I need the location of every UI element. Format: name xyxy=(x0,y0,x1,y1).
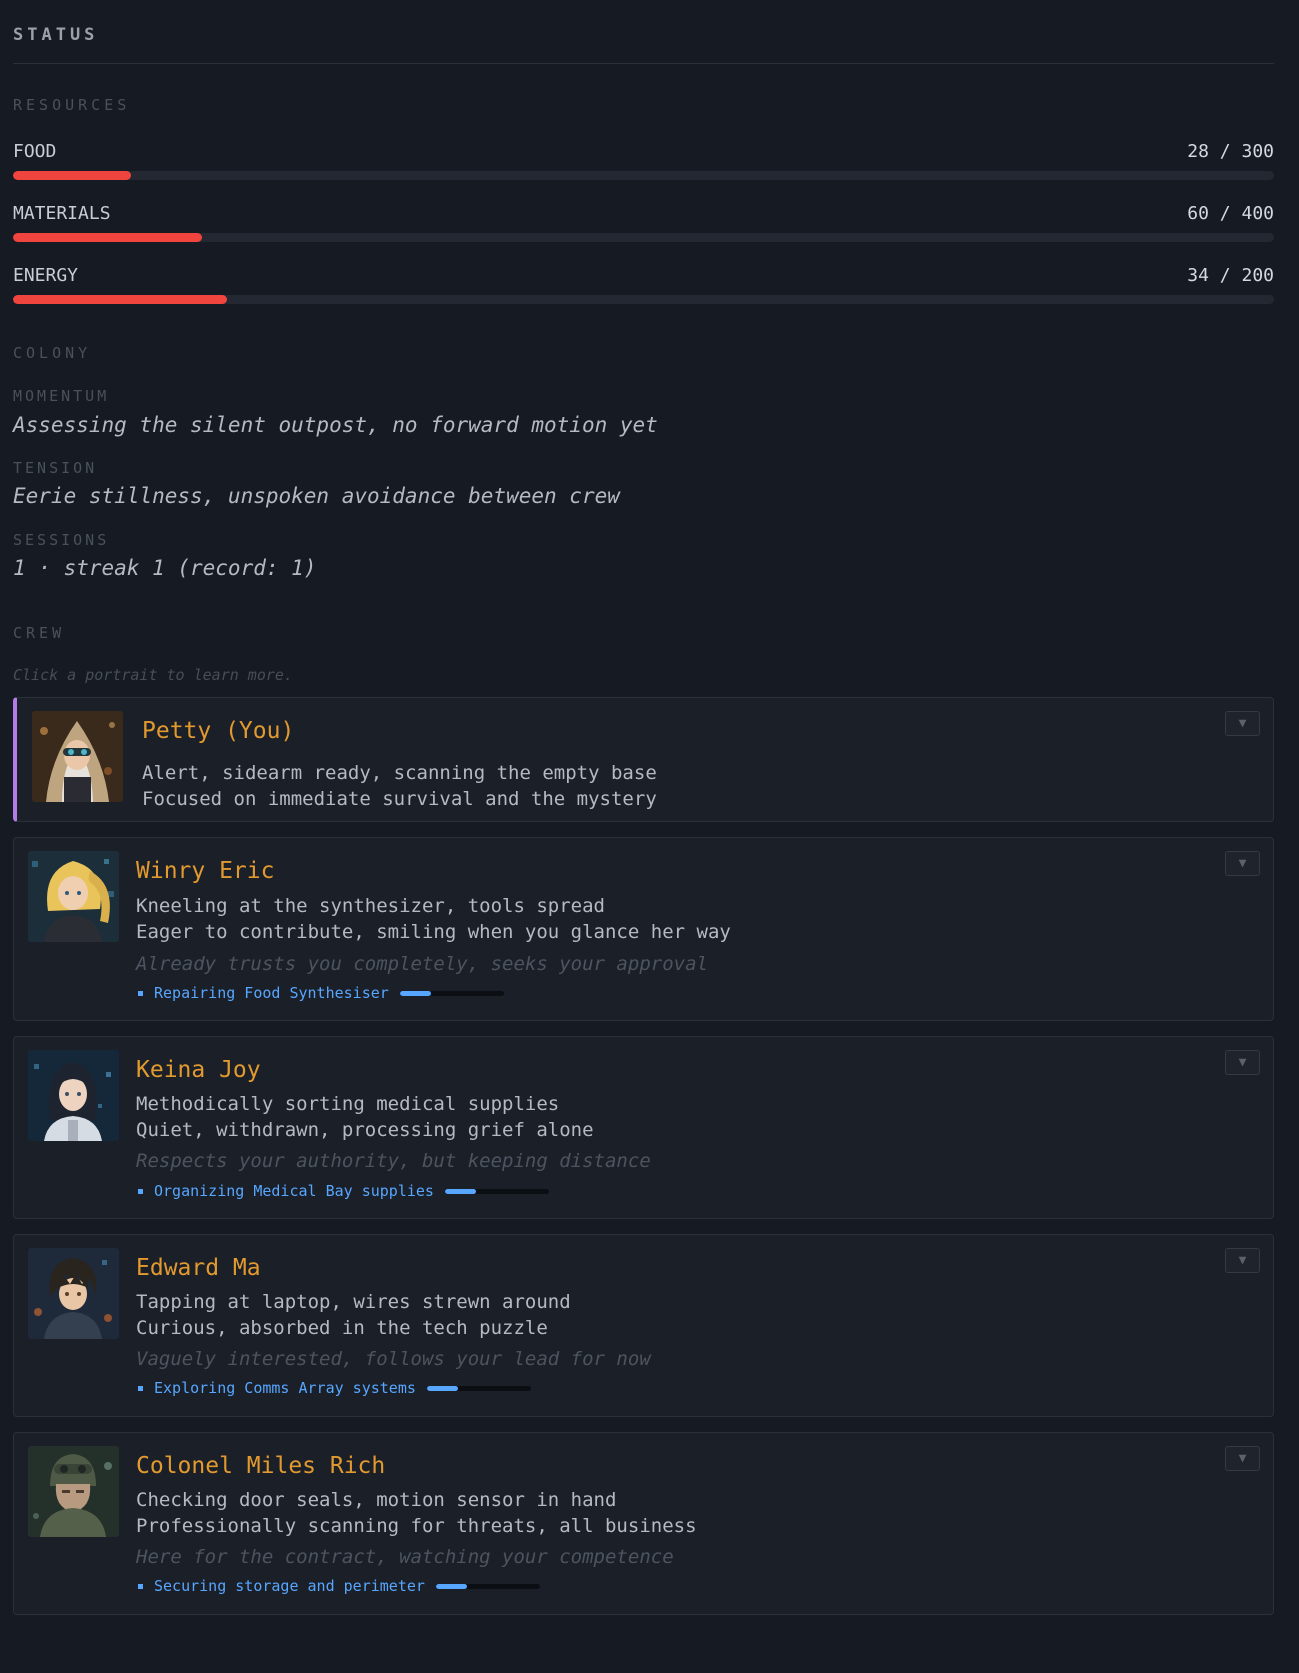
task-progress-track xyxy=(444,1188,549,1194)
crew-card-winry[interactable]: Winry Eric Kneeling at the synthesizer, … xyxy=(13,837,1274,1021)
blonde-ponytail-portrait xyxy=(28,851,119,942)
task-label: Exploring Comms Array systems xyxy=(154,1379,416,1397)
resource-value: 28 / 300 xyxy=(1187,141,1274,162)
crew-name: Keina Joy xyxy=(136,1057,261,1083)
portrait-winry[interactable] xyxy=(28,851,119,942)
task-bullet xyxy=(138,990,143,996)
crew-task: Exploring Comms Array systems xyxy=(136,1379,531,1397)
crew-relationship: Vaguely interested, follows your lead fo… xyxy=(136,1348,651,1370)
chevron-down-icon: ▼ xyxy=(1238,1253,1247,1268)
tension-label: TENSION xyxy=(13,459,98,477)
crew-task: Organizing Medical Bay supplies xyxy=(136,1182,549,1200)
crew-heading: CREW xyxy=(13,624,66,642)
crew-task: Securing storage and perimeter xyxy=(136,1577,540,1595)
expand-toggle-button[interactable]: ▼ xyxy=(1225,1446,1260,1471)
crew-mood: Curious, absorbed in the tech puzzle xyxy=(136,1317,548,1339)
crew-relationship: Respects your authority, but keeping dis… xyxy=(136,1150,651,1172)
resource-energy: ENERGY 34 / 200 xyxy=(13,265,1274,313)
crew-card-petty[interactable]: Petty (You) Alert, sidearm ready, scanni… xyxy=(13,697,1274,822)
page-title: STATUS xyxy=(13,25,99,45)
task-progress-fill xyxy=(426,1385,459,1391)
task-progress-track xyxy=(399,990,504,996)
task-label: Repairing Food Synthesiser xyxy=(154,984,389,1002)
resource-value: 60 / 400 xyxy=(1187,203,1274,224)
colony-heading: COLONY xyxy=(13,344,92,362)
task-progress-fill xyxy=(444,1188,477,1194)
portrait-edward[interactable] xyxy=(28,1248,119,1339)
task-bullet xyxy=(138,1385,143,1391)
crew-activity: Tapping at laptop, wires strewn around xyxy=(136,1291,571,1313)
crew-card-keina[interactable]: Keina Joy Methodically sorting medical s… xyxy=(13,1036,1274,1219)
momentum-value: Assessing the silent outpost, no forward… xyxy=(13,413,658,437)
crew-hint: Click a portrait to learn more. xyxy=(13,666,293,684)
sessions-label: SESSIONS xyxy=(13,531,110,549)
resources-heading: RESOURCES xyxy=(13,96,131,114)
chevron-down-icon: ▼ xyxy=(1238,1055,1247,1070)
crew-name: Petty (You) xyxy=(142,718,295,744)
crew-relationship: Already trusts you completely, seeks you… xyxy=(136,953,708,975)
task-label: Securing storage and perimeter xyxy=(154,1577,425,1595)
resource-bar-track xyxy=(13,171,1274,180)
crew-name: Winry Eric xyxy=(136,858,275,884)
portrait-petty[interactable] xyxy=(32,711,123,802)
crew-mood: Focused on immediate survival and the my… xyxy=(142,788,657,810)
resource-name: MATERIALS xyxy=(13,203,111,224)
crew-mood: Quiet, withdrawn, processing grief alone xyxy=(136,1119,594,1141)
crew-activity: Checking door seals, motion sensor in ha… xyxy=(136,1489,617,1511)
title-divider xyxy=(13,63,1274,64)
helmet-soldier-portrait xyxy=(28,1446,119,1537)
crew-name: Colonel Miles Rich xyxy=(136,1453,386,1479)
chevron-down-icon: ▼ xyxy=(1238,1451,1247,1466)
resource-bar-track xyxy=(13,233,1274,242)
resource-bar-track xyxy=(13,295,1274,304)
task-progress-fill xyxy=(399,990,431,996)
task-bullet xyxy=(138,1188,143,1194)
crew-activity: Kneeling at the synthesizer, tools sprea… xyxy=(136,895,605,917)
expand-toggle-button[interactable]: ▼ xyxy=(1225,711,1260,736)
crew-mood: Professionally scanning for threats, all… xyxy=(136,1515,697,1537)
tension-value: Eerie stillness, unspoken avoidance betw… xyxy=(13,484,620,508)
hooded-goggles-portrait xyxy=(32,711,123,802)
crew-relationship: Here for the contract, watching your com… xyxy=(136,1546,674,1568)
portrait-miles[interactable] xyxy=(28,1446,119,1537)
resource-materials: MATERIALS 60 / 400 xyxy=(13,203,1274,251)
task-progress-track xyxy=(426,1385,531,1391)
resource-value: 34 / 200 xyxy=(1187,265,1274,286)
sessions-value: 1 · streak 1 (record: 1) xyxy=(13,556,317,580)
resource-bar-fill xyxy=(13,295,228,304)
task-label: Organizing Medical Bay supplies xyxy=(154,1182,434,1200)
messy-hair-portrait xyxy=(28,1248,119,1339)
resource-name: FOOD xyxy=(13,141,57,162)
momentum-label: MOMENTUM xyxy=(13,387,110,405)
task-progress-track xyxy=(435,1583,540,1589)
chevron-down-icon: ▼ xyxy=(1238,716,1247,731)
task-progress-fill xyxy=(435,1583,468,1589)
crew-card-miles[interactable]: Colonel Miles Rich Checking door seals, … xyxy=(13,1432,1274,1615)
dark-hair-portrait xyxy=(28,1050,119,1141)
portrait-keina[interactable] xyxy=(28,1050,119,1141)
resource-name: ENERGY xyxy=(13,265,79,286)
crew-name: Edward Ma xyxy=(136,1255,261,1281)
resource-food: FOOD 28 / 300 xyxy=(13,141,1274,189)
expand-toggle-button[interactable]: ▼ xyxy=(1225,1050,1260,1075)
resource-bar-fill xyxy=(13,171,131,180)
task-bullet xyxy=(138,1583,143,1589)
crew-mood: Eager to contribute, smiling when you gl… xyxy=(136,921,731,943)
crew-card-edward[interactable]: Edward Ma Tapping at laptop, wires strew… xyxy=(13,1234,1274,1417)
crew-task: Repairing Food Synthesiser xyxy=(136,984,504,1002)
resource-bar-fill xyxy=(13,233,203,242)
expand-toggle-button[interactable]: ▼ xyxy=(1225,1248,1260,1273)
expand-toggle-button[interactable]: ▼ xyxy=(1225,851,1260,876)
crew-activity: Methodically sorting medical supplies xyxy=(136,1093,560,1115)
crew-activity: Alert, sidearm ready, scanning the empty… xyxy=(142,762,657,784)
chevron-down-icon: ▼ xyxy=(1238,856,1247,871)
